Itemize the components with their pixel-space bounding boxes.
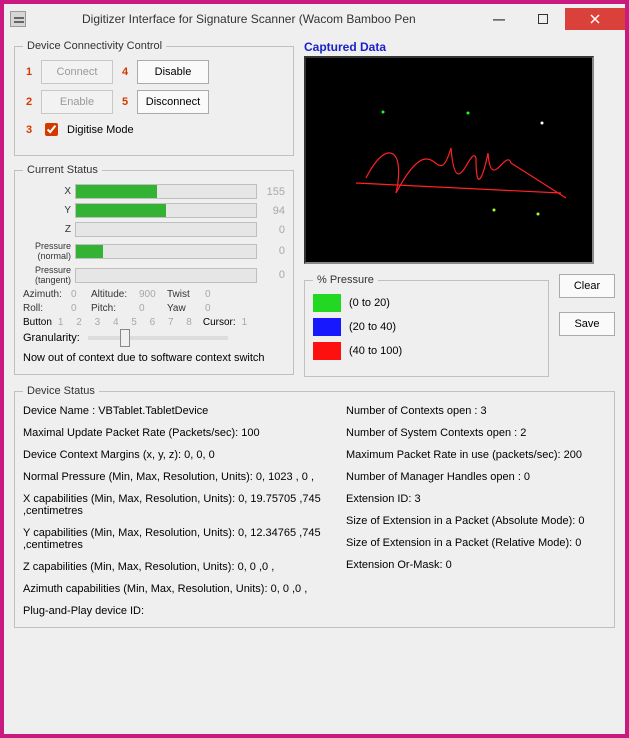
save-button[interactable]: Save — [559, 312, 615, 336]
z-value: 0 — [257, 224, 285, 236]
ds-x-capabilities: X capabilities (Min, Max, Resolution, Un… — [23, 493, 326, 517]
y-bar — [75, 203, 257, 218]
x-value: 155 — [257, 186, 285, 198]
button-label: Button — [23, 317, 52, 328]
pressure-tangent-bar — [75, 268, 257, 283]
twist-value: 0 — [205, 289, 227, 300]
y-bar-fill — [76, 204, 166, 217]
ds-system-contexts: Number of System Contexts open : 2 — [346, 427, 606, 439]
digitise-label: Digitise Mode — [67, 124, 134, 136]
pressure-normal-value: 0 — [257, 245, 285, 257]
disable-button[interactable]: Disable — [137, 60, 209, 84]
roll-value: 0 — [71, 303, 91, 314]
pitch-value: 0 — [139, 303, 167, 314]
disconnect-button[interactable]: Disconnect — [137, 90, 209, 114]
connectivity-legend: Device Connectivity Control — [23, 40, 166, 52]
current-status-group: Current Status X 155 Y 94 Z 0 — [14, 164, 294, 375]
yaw-label: Yaw — [167, 303, 205, 314]
step-2-marker: 2 — [23, 96, 35, 108]
ds-normal-pressure: Normal Pressure (Min, Max, Resolution, U… — [23, 471, 326, 483]
ds-azimuth-capabilities: Azimuth capabilities (Min, Max, Resoluti… — [23, 583, 326, 595]
pressure-legend-label: % Pressure — [313, 274, 378, 286]
ds-y-capabilities: Y capabilities (Min, Max, Resolution, Un… — [23, 527, 326, 551]
ds-contexts-open: Number of Contexts open : 3 — [346, 405, 606, 417]
ds-max-update-rate: Maximal Update Packet Rate (Packets/sec)… — [23, 427, 326, 439]
titlebar: Digitizer Interface for Signature Scanne… — [4, 4, 625, 34]
device-status-group: Device Status Device Name : VBTablet.Tab… — [14, 385, 615, 628]
pressure-normal-fill — [76, 245, 103, 258]
maximize-icon — [538, 14, 548, 24]
granularity-slider[interactable] — [88, 336, 228, 340]
legend-text-low: (0 to 20) — [349, 297, 390, 309]
ds-ext-relative: Size of Extension in a Packet (Relative … — [346, 537, 606, 549]
x-bar-fill — [76, 185, 157, 198]
legend-text-mid: (20 to 40) — [349, 321, 396, 333]
device-status-legend: Device Status — [23, 385, 99, 397]
close-button[interactable] — [565, 8, 625, 30]
y-value: 94 — [257, 205, 285, 217]
cursor-value: 1 — [242, 317, 248, 328]
ds-extension-id: Extension ID: 3 — [346, 493, 606, 505]
step-5-marker: 5 — [119, 96, 131, 108]
ds-ext-ormask: Extension Or-Mask: 0 — [346, 559, 606, 571]
legend-swatch-low — [313, 294, 341, 312]
legend-swatch-high — [313, 342, 341, 360]
altitude-value: 900 — [139, 289, 167, 300]
pressure-legend-group: % Pressure (0 to 20) (20 to 40) (40 to 1… — [304, 274, 549, 377]
legend-swatch-mid — [313, 318, 341, 336]
pressure-tangent-label: Pressure (tangent) — [23, 265, 75, 285]
cursor-label: Cursor: — [203, 317, 236, 328]
twist-label: Twist — [167, 289, 205, 300]
yaw-value: 0 — [205, 303, 227, 314]
step-3-marker: 3 — [23, 124, 35, 136]
x-label: X — [23, 186, 75, 197]
z-bar — [75, 222, 257, 237]
context-message: Now out of context due to software conte… — [23, 352, 285, 364]
azimuth-value: 0 — [71, 289, 91, 300]
maximize-button[interactable] — [521, 8, 565, 30]
step-4-marker: 4 — [119, 66, 131, 78]
enable-button[interactable]: Enable — [41, 90, 113, 114]
granularity-label: Granularity: — [23, 332, 80, 344]
signature-path — [306, 58, 594, 264]
captured-data-label: Captured Data — [304, 40, 615, 54]
connectivity-group: Device Connectivity Control 1 Connect 4 … — [14, 40, 294, 156]
app-icon — [10, 11, 26, 27]
pressure-tangent-value: 0 — [257, 269, 285, 281]
minimize-button[interactable]: — — [477, 8, 521, 30]
close-icon — [590, 14, 600, 24]
connect-button[interactable]: Connect — [41, 60, 113, 84]
pitch-label: Pitch: — [91, 303, 139, 314]
altitude-label: Altitude: — [91, 289, 139, 300]
orientation-grid: Azimuth: 0 Altitude: 900 Twist 0 Roll: 0… — [23, 289, 285, 314]
roll-label: Roll: — [23, 303, 71, 314]
ds-manager-handles: Number of Manager Handles open : 0 — [346, 471, 606, 483]
ds-pnp-id: Plug-and-Play device ID: — [23, 605, 326, 617]
ds-context-margins: Device Context Margins (x, y, z): 0, 0, … — [23, 449, 326, 461]
ds-ext-absolute: Size of Extension in a Packet (Absolute … — [346, 515, 606, 527]
window-title: Digitizer Interface for Signature Scanne… — [32, 12, 477, 26]
digitise-checkbox[interactable] — [45, 123, 58, 136]
pressure-normal-label: Pressure (normal) — [23, 241, 75, 261]
z-label: Z — [23, 224, 75, 235]
ds-max-packet-rate: Maximum Packet Rate in use (packets/sec)… — [346, 449, 606, 461]
signature-canvas[interactable] — [304, 56, 594, 264]
clear-button[interactable]: Clear — [559, 274, 615, 298]
current-status-legend: Current Status — [23, 164, 102, 176]
y-label: Y — [23, 205, 75, 216]
azimuth-label: Azimuth: — [23, 289, 71, 300]
legend-text-high: (40 to 100) — [349, 345, 402, 357]
button-numbers: 1 2 3 4 5 6 7 8 — [58, 317, 197, 328]
ds-z-capabilities: Z capabilities (Min, Max, Resolution, Un… — [23, 561, 326, 573]
app-window: Digitizer Interface for Signature Scanne… — [4, 4, 625, 734]
step-1-marker: 1 — [23, 66, 35, 78]
pressure-normal-bar — [75, 244, 257, 259]
ds-device-name: Device Name : VBTablet.TabletDevice — [23, 405, 326, 417]
x-bar — [75, 184, 257, 199]
